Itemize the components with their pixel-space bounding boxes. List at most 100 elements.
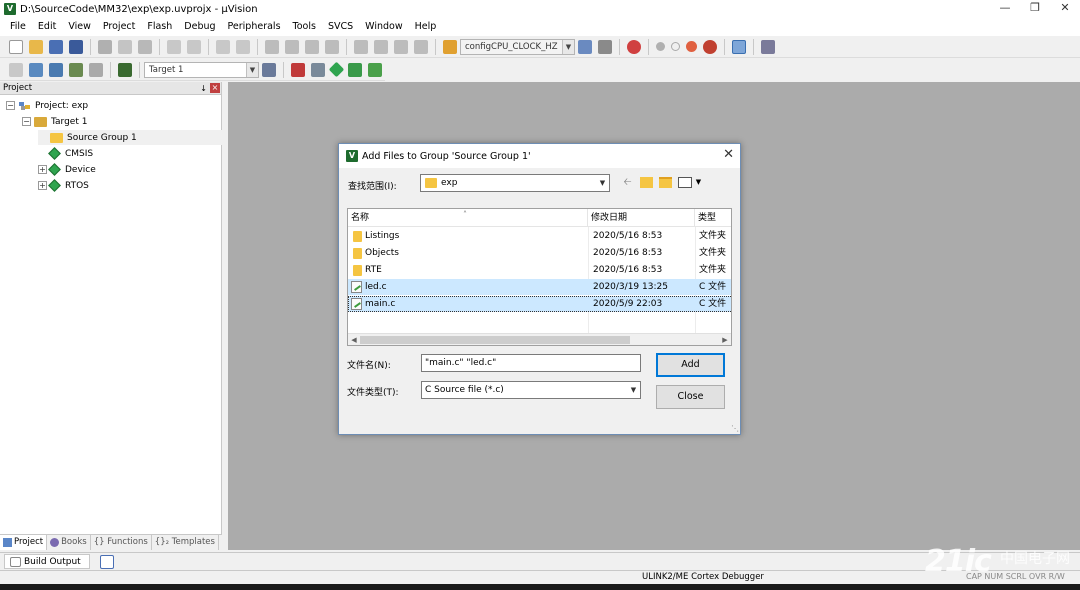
tree-project[interactable]: − Project: exp (6, 98, 88, 113)
file-row[interactable]: Objects 2020/5/16 8:53 文件夹 (348, 245, 731, 261)
back-arrow-icon[interactable]: 🡠 (621, 176, 634, 189)
select-packs-icon[interactable] (368, 62, 382, 77)
manage-components-icon[interactable] (311, 62, 325, 77)
save-icon[interactable] (49, 39, 63, 54)
file-row-selected[interactable]: main.c 2020/5/9 22:03 C 文件 (348, 296, 731, 312)
chevron-down-icon[interactable]: ▼ (692, 176, 705, 189)
pin-icon[interactable]: ↓ (200, 82, 207, 95)
stop-build-icon[interactable] (89, 62, 103, 77)
breakpoint-kill-all-icon[interactable] (703, 39, 717, 54)
target-combo[interactable]: Target 1 ▼ (144, 61, 259, 78)
chevron-down-icon[interactable]: ▼ (246, 62, 258, 77)
close-window-button[interactable]: ✕ (1050, 0, 1080, 18)
file-row[interactable]: RTE 2020/5/16 8:53 文件夹 (348, 262, 731, 278)
up-folder-icon[interactable] (640, 177, 653, 188)
file-row[interactable]: Listings 2020/5/16 8:53 文件夹 (348, 228, 731, 244)
undo-icon[interactable] (167, 39, 181, 54)
menu-help[interactable]: Help (409, 18, 443, 36)
expand-icon[interactable]: + (38, 165, 47, 174)
find-in-files-icon[interactable] (443, 39, 457, 54)
breakpoint-icon[interactable] (656, 42, 665, 51)
menu-view[interactable]: View (62, 18, 97, 36)
configure-icon[interactable] (761, 39, 775, 54)
open-file-icon[interactable] (29, 39, 43, 54)
menu-debug[interactable]: Debug (178, 18, 221, 36)
scrollbar-thumb[interactable] (360, 336, 630, 344)
menu-edit[interactable]: Edit (32, 18, 62, 36)
window-icon[interactable] (99, 554, 114, 569)
close-button[interactable]: Close (656, 385, 725, 409)
add-button[interactable]: Add (656, 353, 725, 377)
scroll-right-icon[interactable]: ▶ (719, 334, 731, 345)
expand-icon[interactable]: + (38, 181, 47, 190)
bookmark-next-icon[interactable] (305, 39, 319, 54)
debug-session-icon[interactable] (627, 39, 641, 54)
tree-target[interactable]: − Target 1 (22, 114, 87, 129)
unindent-icon[interactable] (374, 39, 388, 54)
scroll-left-icon[interactable]: ◀ (348, 334, 360, 345)
rebuild-icon[interactable] (49, 62, 63, 77)
menu-flash[interactable]: Flash (141, 18, 178, 36)
horizontal-scrollbar[interactable]: ◀ ▶ (348, 333, 731, 345)
close-icon[interactable]: × (210, 83, 220, 93)
cut-icon[interactable] (98, 39, 112, 54)
resize-grip-icon[interactable]: ⋱ (731, 424, 739, 433)
file-row-selected[interactable]: led.c 2020/3/19 13:25 C 文件 (348, 279, 731, 295)
tree-device[interactable]: + Device (38, 162, 96, 177)
new-folder-icon[interactable] (659, 177, 672, 188)
breakpoint-kill-icon[interactable] (686, 41, 697, 52)
dialog-close-button[interactable]: ✕ (723, 147, 734, 162)
nav-back-icon[interactable] (216, 39, 230, 54)
nav-forward-icon[interactable] (236, 39, 250, 54)
rte-icon[interactable] (328, 61, 345, 78)
tree-cmsis[interactable]: CMSIS (38, 146, 93, 161)
chevron-down-icon[interactable]: ▼ (627, 382, 640, 398)
pack-installer-icon[interactable] (348, 62, 362, 77)
window-layout-icon[interactable] (732, 39, 746, 54)
bookmark-icon[interactable] (265, 39, 279, 54)
collapse-icon[interactable]: − (22, 117, 31, 126)
column-type[interactable]: 类型 (695, 209, 731, 227)
bookmark-prev-icon[interactable] (285, 39, 299, 54)
new-file-icon[interactable] (9, 39, 23, 54)
build-icon[interactable] (29, 62, 43, 77)
menu-project[interactable]: Project (97, 18, 142, 36)
minimize-button[interactable]: — (990, 0, 1020, 18)
tree-rtos[interactable]: + RTOS (38, 178, 89, 193)
tree-source-group[interactable]: Source Group 1 (38, 130, 222, 145)
redo-icon[interactable] (187, 39, 201, 54)
incremental-find-icon[interactable] (578, 39, 592, 54)
download-load-icon[interactable] (118, 62, 132, 77)
copy-icon[interactable] (118, 39, 132, 54)
uncomment-icon[interactable] (414, 39, 428, 54)
menu-tools[interactable]: Tools (287, 18, 322, 36)
tab-functions[interactable]: {} Functions (91, 535, 152, 550)
file-extensions-icon[interactable] (291, 62, 305, 77)
chevron-down-icon[interactable]: ▼ (562, 39, 574, 54)
menu-file[interactable]: File (4, 18, 32, 36)
column-date[interactable]: 修改日期 (588, 209, 695, 227)
config-wizard-icon[interactable] (598, 39, 612, 54)
chevron-down-icon[interactable]: ▼ (596, 175, 609, 191)
breakpoint-disable-icon[interactable] (671, 42, 680, 51)
collapse-icon[interactable]: − (6, 101, 15, 110)
target-options-icon[interactable] (262, 62, 276, 77)
tab-books[interactable]: Books (47, 535, 91, 550)
tab-build-output[interactable]: Build Output (4, 554, 90, 569)
batch-build-icon[interactable] (69, 62, 83, 77)
column-name[interactable]: 名称 ˄ (348, 209, 588, 227)
menu-window[interactable]: Window (359, 18, 408, 36)
indent-icon[interactable] (354, 39, 368, 54)
save-all-icon[interactable] (69, 39, 83, 54)
find-combo[interactable]: configCPU_CLOCK_HZ ▼ (460, 38, 575, 55)
bookmark-clear-icon[interactable] (325, 39, 339, 54)
menu-svcs[interactable]: SVCS (322, 18, 359, 36)
look-in-select[interactable]: exp ▼ (420, 174, 610, 192)
translate-icon[interactable] (9, 62, 23, 77)
view-menu-icon[interactable] (678, 177, 692, 188)
filetype-select[interactable]: C Source file (*.c) ▼ (421, 381, 641, 399)
tab-templates[interactable]: {}₂ Templates (152, 535, 219, 550)
menu-peripherals[interactable]: Peripherals (222, 18, 287, 36)
restore-button[interactable]: ❐ (1020, 0, 1050, 18)
filename-input[interactable]: "main.c" "led.c" (421, 354, 641, 372)
